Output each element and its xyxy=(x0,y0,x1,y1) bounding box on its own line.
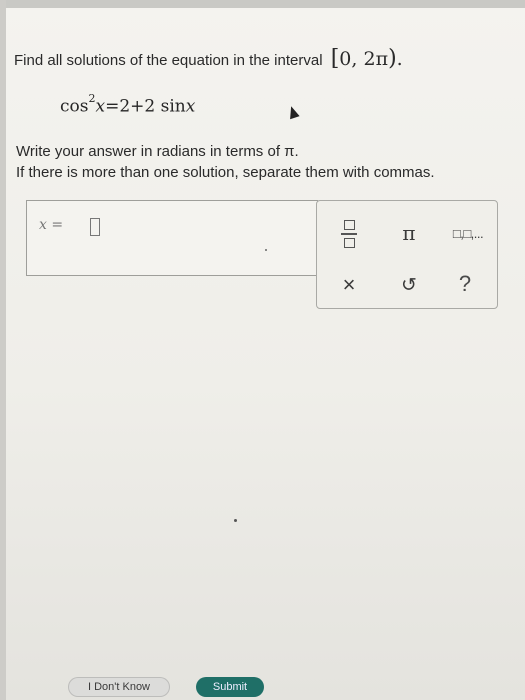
interval-open: [ xyxy=(330,46,340,71)
equation-fn: cos xyxy=(60,96,89,117)
interval-sep: , xyxy=(351,48,364,70)
interval-close: ) xyxy=(388,46,397,71)
screen-smudge xyxy=(265,249,267,251)
answer-input[interactable] xyxy=(90,218,100,236)
help-icon: ? xyxy=(458,271,472,296)
answer-var: x xyxy=(39,217,47,233)
fraction-icon-denominator xyxy=(343,237,355,248)
interval-period: . xyxy=(396,48,403,70)
problem-prompt-text: Find all solutions of the equation in th… xyxy=(14,52,323,69)
pi-button[interactable]: π xyxy=(395,219,423,247)
equation-rhs: =2+2 sin xyxy=(105,96,186,117)
instruction-line-2: If there is more than one solution, sepa… xyxy=(16,164,435,181)
list-button[interactable]: □,□,... xyxy=(445,219,491,247)
instructions: Write your answer in radians in terms of… xyxy=(16,141,435,183)
list-icon: □,□,... xyxy=(452,225,484,241)
interval-end: 2π xyxy=(363,48,389,70)
fraction-button[interactable] xyxy=(337,216,361,252)
answer-equals: = xyxy=(46,217,64,233)
undo-button[interactable]: ↺ xyxy=(395,271,423,299)
equation-var: x xyxy=(95,96,106,117)
math-keypad: π □,□,... × ↺ ? xyxy=(316,200,498,309)
undo-icon: ↺ xyxy=(401,274,417,296)
fraction-bar xyxy=(341,233,357,235)
submit-button[interactable]: Submit xyxy=(196,677,264,697)
instruction-line-1: Write your answer in radians in terms of… xyxy=(16,143,299,160)
help-button[interactable]: ? xyxy=(451,269,479,299)
answer-prefix: x = xyxy=(39,217,63,233)
answer-area[interactable]: x = xyxy=(26,200,318,276)
equation-var2: x xyxy=(185,96,196,117)
screen-edge-top xyxy=(0,0,525,8)
clear-button[interactable]: × xyxy=(335,271,363,299)
problem-prompt: Find all solutions of the equation in th… xyxy=(14,46,403,71)
equation: cos2x=2+2 sinx xyxy=(60,92,196,117)
interval-start: 0 xyxy=(339,48,352,70)
interval: [0, 2π). xyxy=(330,46,403,71)
equation-power: 2 xyxy=(88,92,96,105)
clear-icon: × xyxy=(342,272,356,297)
screen-edge-left xyxy=(0,0,6,700)
pi-icon: π xyxy=(402,221,416,245)
screen-smudge-2 xyxy=(234,519,237,522)
mouse-pointer-icon xyxy=(286,104,300,120)
dont-know-button[interactable]: I Don't Know xyxy=(68,677,170,697)
fraction-icon xyxy=(343,220,355,231)
